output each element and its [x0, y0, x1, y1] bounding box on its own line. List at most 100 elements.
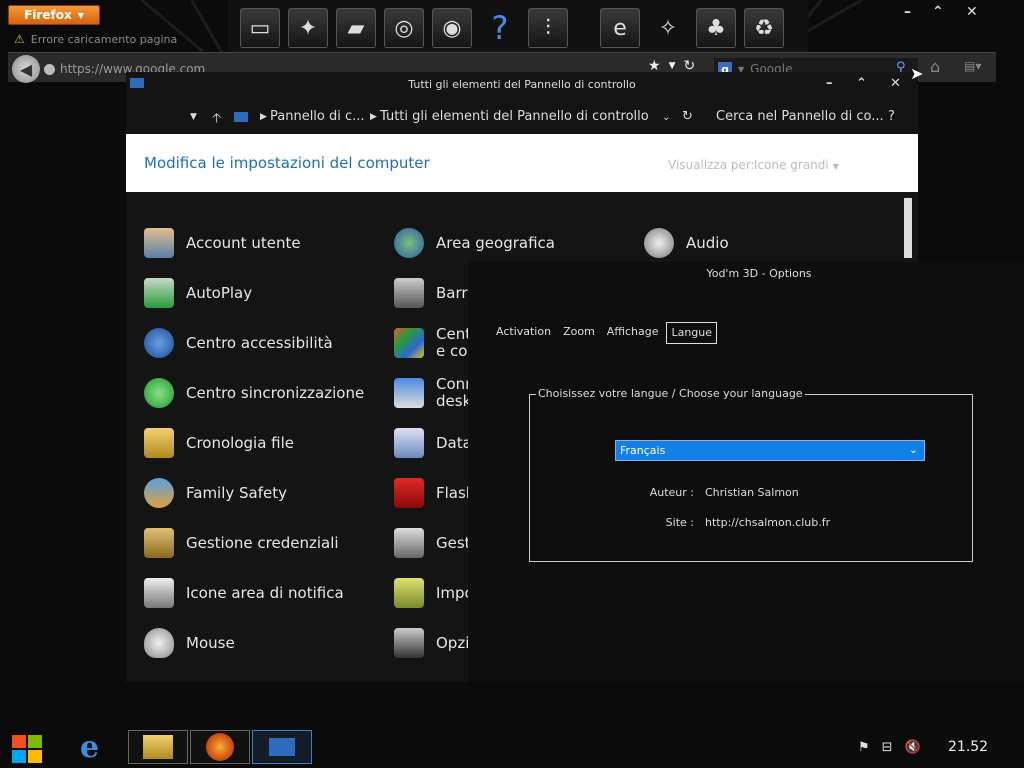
taskbar-app-explorer[interactable] — [128, 730, 188, 764]
internet-explorer-icon[interactable]: e — [600, 8, 640, 48]
cp-item-connessione-desktop[interactable]: Conr desk — [394, 375, 471, 411]
cp-item-data-ora[interactable]: Data — [394, 425, 472, 461]
clock[interactable]: 21.52 — [948, 739, 988, 755]
yodm-options-dialog: Yod'm 3D - Options Activation Zoom Affic… — [468, 262, 1024, 682]
cp-item-icone-area-notifica[interactable]: Icone area di notifica — [144, 575, 344, 611]
control-panel-icon — [234, 112, 248, 122]
minimize-button[interactable]: – — [904, 4, 911, 20]
cp-item-impostazioni[interactable]: Impo — [394, 575, 474, 611]
tab-langue[interactable]: Langue — [666, 322, 718, 344]
cp-item-mouse[interactable]: Mouse — [144, 625, 235, 661]
tab-affichage[interactable]: Affichage — [603, 322, 663, 344]
top-dock: ▭ ✦ ▰ ◎ ◉ ? ⫶ e ✧ ♣ ♻ — [228, 0, 808, 56]
warning-icon: ⚠ — [14, 32, 25, 46]
home-icon[interactable]: ⌂ — [930, 57, 940, 76]
close-button[interactable]: ✕ — [966, 4, 978, 20]
page-title: Modifica le impostazioni del computer — [144, 154, 430, 172]
windows-logo-icon — [28, 735, 42, 748]
view-by-dropdown[interactable]: Icone grandi ▼ — [754, 158, 839, 172]
file-history-icon — [144, 428, 174, 458]
cp-item-autoplay[interactable]: AutoPlay — [144, 275, 252, 311]
chevron-down-icon[interactable]: ⌄ — [662, 112, 670, 123]
folder-icon[interactable]: ▰ — [336, 8, 376, 48]
browser-tab[interactable]: ⚠ Errore caricamento pagina — [10, 27, 180, 51]
breadcrumb-item[interactable]: Pannello di c... — [270, 109, 365, 124]
mixer-icon[interactable]: ⫶ — [528, 8, 568, 48]
cp-item-flash-player[interactable]: Flasl — [394, 475, 470, 511]
cp-item-account-utente[interactable]: Account utente — [144, 225, 301, 261]
network-center-icon — [394, 328, 424, 358]
internet-explorer-icon[interactable]: e — [80, 730, 112, 765]
help-button[interactable]: ? — [888, 109, 895, 124]
cp-item-opzioni[interactable]: Opzi — [394, 625, 469, 661]
cp-item-label: Barr — [436, 283, 468, 302]
accessibility-icon — [144, 328, 174, 358]
mouse-cursor-icon: ➤ — [910, 64, 924, 83]
cp-item-label: Account utente — [186, 233, 301, 252]
cp-item-label: AutoPlay — [186, 283, 253, 302]
chevron-down-icon: ⌄ — [908, 443, 918, 456]
cp-item-centro-accessibilita[interactable]: Centro accessibilità — [144, 325, 333, 361]
cp-item-gestione-dispositivi[interactable]: Gest — [394, 525, 471, 561]
minimize-button[interactable]: – — [826, 76, 833, 91]
cp-item-family-safety[interactable]: Family Safety — [144, 475, 287, 511]
author-label: Auteur : — [649, 486, 694, 499]
star-icon[interactable]: ✧ — [648, 8, 688, 48]
users-icon[interactable]: ♣ — [696, 8, 736, 48]
history-dropdown-icon[interactable]: ▼ — [190, 112, 197, 122]
taskbar-app-firefox[interactable] — [190, 730, 250, 764]
cp-item-centro-sincronizzazione[interactable]: Centro sincronizzazione — [144, 375, 364, 411]
group-title: Choisissez votre langue / Choose your la… — [536, 387, 805, 400]
tab-activation[interactable]: Activation — [492, 322, 555, 344]
taskbar-app-control-panel[interactable] — [252, 730, 312, 764]
cp-item-label: Family Safety — [186, 483, 288, 502]
firefox-icon — [206, 733, 234, 761]
language-value: Français — [620, 444, 666, 457]
search-input[interactable]: Cerca nel Pannello di co... — [716, 109, 884, 124]
refresh-icon[interactable]: ↻ — [682, 109, 693, 124]
credential-manager-icon — [144, 528, 174, 558]
breadcrumb-item[interactable]: Tutti gli elementi del Pannello di contr… — [380, 109, 649, 124]
windows-logo-icon — [28, 750, 42, 763]
chevron-right-icon: ▶ — [370, 112, 377, 122]
users-icon — [144, 228, 174, 258]
cp-item-barra[interactable]: Barr — [394, 275, 468, 311]
menu-icon[interactable]: ▤▾ — [964, 59, 981, 73]
tab-title: Errore caricamento pagina — [30, 32, 178, 46]
tab-zoom[interactable]: Zoom — [559, 322, 599, 344]
maximize-button[interactable]: ⌃ — [932, 4, 944, 20]
network-icon[interactable]: ⊟ — [882, 740, 893, 755]
close-button[interactable]: ✕ — [890, 76, 901, 91]
start-button[interactable] — [12, 735, 42, 763]
cp-item-gestione-credenziali[interactable]: Gestione credenziali — [144, 525, 339, 561]
cp-item-label: Gestione credenziali — [186, 533, 339, 552]
language-select[interactable]: Français ⌄ — [615, 440, 925, 461]
window-title: Tutti gli elementi del Pannello di contr… — [408, 78, 636, 91]
scrollbar[interactable] — [904, 198, 912, 258]
action-center-flag-icon[interactable]: ⚑ — [858, 740, 870, 755]
cp-item-label: Gest — [436, 533, 471, 552]
volume-muted-icon[interactable]: 🔇 — [905, 740, 921, 755]
firefox-menu-button[interactable]: Firefox ▼ — [8, 5, 100, 25]
chevron-down-icon: ▼ — [77, 10, 84, 20]
speaker-icon[interactable]: ◉ — [432, 8, 472, 48]
help-icon[interactable]: ? — [480, 8, 520, 48]
cp-item-area-geografica[interactable]: Area geografica — [394, 225, 555, 261]
desktop-icon[interactable]: ▭ — [240, 8, 280, 48]
recycle-bin-icon[interactable]: ♻ — [744, 8, 784, 48]
cp-item-label: Opzi — [436, 633, 470, 652]
desktop: ▭ ✦ ▰ ◎ ◉ ? ⫶ e ✧ ♣ ♻ Firefox ▼ – ⌃ ✕ ⚠ … — [0, 0, 1024, 768]
network-icon[interactable]: ✦ — [288, 8, 328, 48]
system-tray: ⚑ ⊟ 🔇 — [858, 740, 921, 755]
cp-item-cronologia-file[interactable]: Cronologia file — [144, 425, 294, 461]
cp-item-centro-connessioni[interactable]: Cent e co — [394, 325, 471, 361]
cp-item-audio[interactable]: Audio — [644, 225, 729, 261]
cp-item-label: Icone area di notifica — [186, 583, 344, 602]
maximize-button[interactable]: ⌃ — [856, 76, 867, 91]
up-arrow-icon[interactable]: 🡡 — [212, 109, 221, 131]
author-value: Christian Salmon — [705, 486, 799, 499]
back-button[interactable]: ◀ — [12, 55, 40, 83]
chevron-down-icon: ▼ — [832, 162, 839, 171]
disc-icon[interactable]: ◎ — [384, 8, 424, 48]
cp-item-label: Flasl — [436, 483, 470, 502]
